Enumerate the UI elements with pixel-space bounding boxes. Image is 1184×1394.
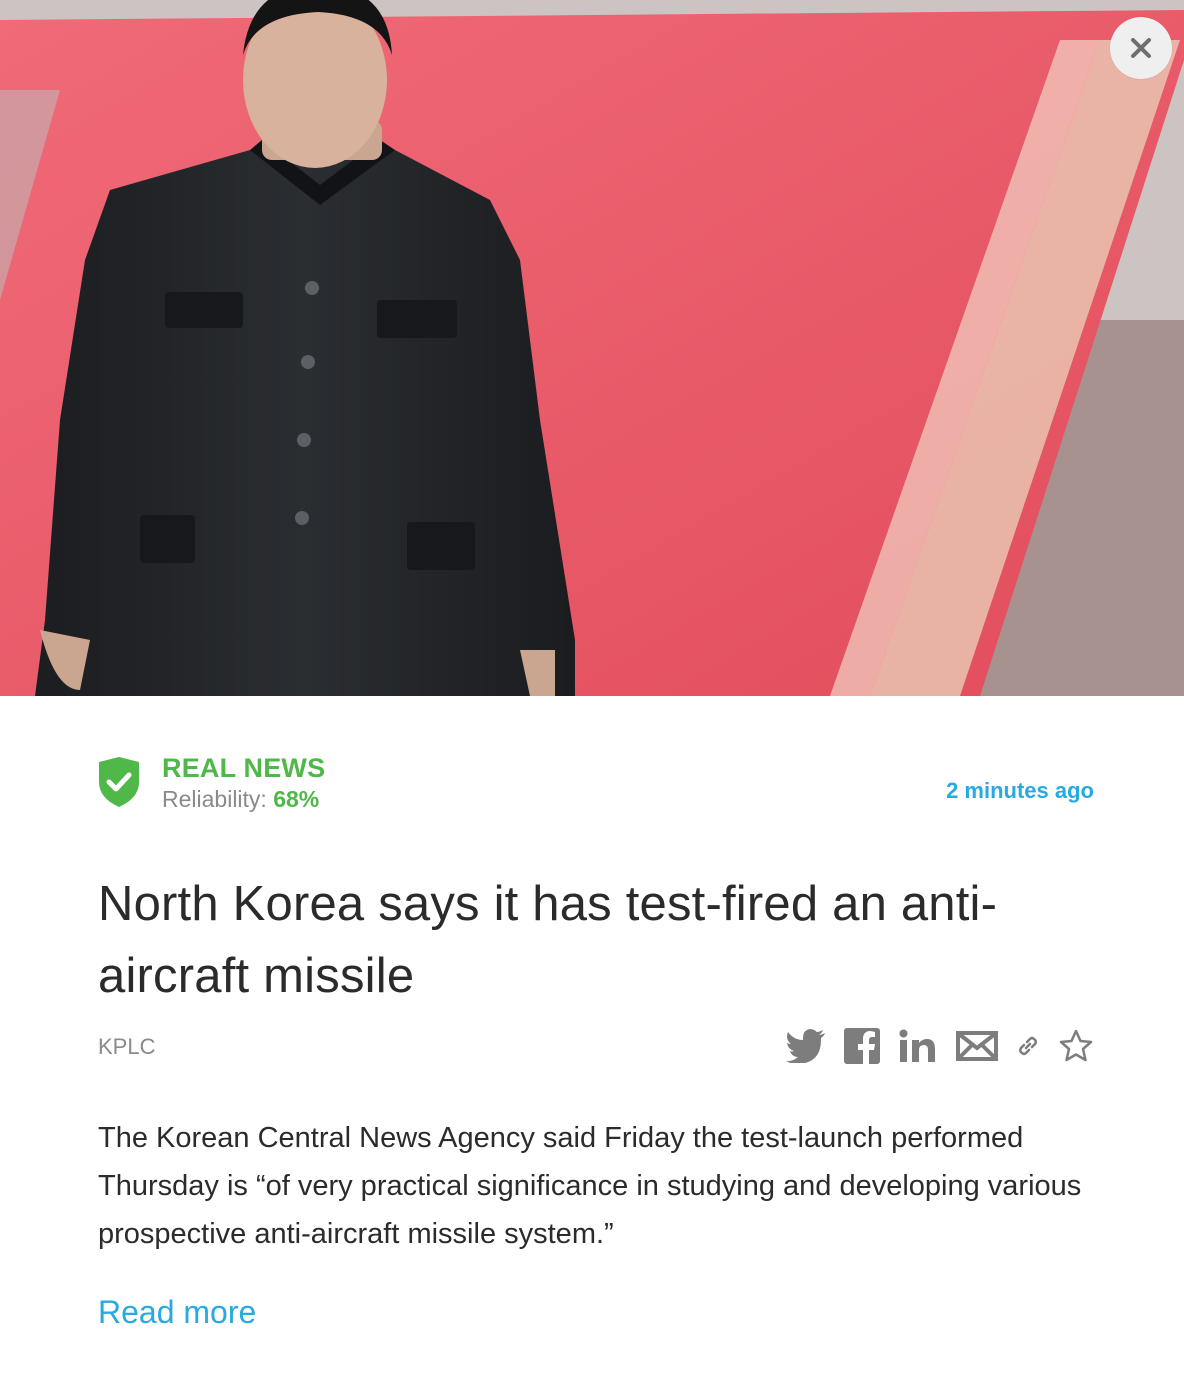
twitter-icon <box>786 1029 825 1063</box>
source-row: KPLC <box>98 1024 1094 1074</box>
link-icon <box>1018 1036 1038 1056</box>
share-facebook-button[interactable] <box>844 1028 880 1064</box>
close-icon <box>1131 38 1151 58</box>
article-title: North Korea says it has test-fired an an… <box>98 877 998 1003</box>
reliability-value: 68% <box>273 786 320 812</box>
source-name: KPLC <box>98 1034 156 1059</box>
facebook-icon <box>844 1028 880 1064</box>
article-meta: REAL NEWS Reliability: 68% 2 minutes ago <box>98 752 1094 816</box>
shield-check-icon <box>99 757 139 807</box>
reliability-block: REAL NEWS Reliability: 68% <box>162 752 325 814</box>
email-icon <box>956 1031 998 1061</box>
article-summary: The Korean Central News Agency said Frid… <box>98 1122 1082 1250</box>
star-icon <box>1059 1029 1093 1062</box>
share-twitter-button[interactable] <box>786 1029 826 1063</box>
copy-link-button[interactable] <box>1016 1034 1040 1058</box>
bookmark-button[interactable] <box>1058 1028 1094 1064</box>
hero-image <box>0 0 1184 696</box>
share-email-button[interactable] <box>956 1031 998 1061</box>
share-toolbar <box>786 1028 1094 1064</box>
reliability-text: Reliability: 68% <box>162 784 325 814</box>
share-linkedin-button[interactable] <box>898 1029 938 1063</box>
news-card: REAL NEWS Reliability: 68% 2 minutes ago… <box>0 0 1184 1394</box>
timestamp: 2 minutes ago <box>946 778 1094 803</box>
linkedin-icon <box>899 1029 935 1062</box>
status-label: REAL NEWS <box>162 753 326 783</box>
reliability-label: Reliability: <box>162 786 267 812</box>
close-button[interactable] <box>1110 17 1172 79</box>
read-more-link[interactable]: Read more <box>98 1294 256 1331</box>
